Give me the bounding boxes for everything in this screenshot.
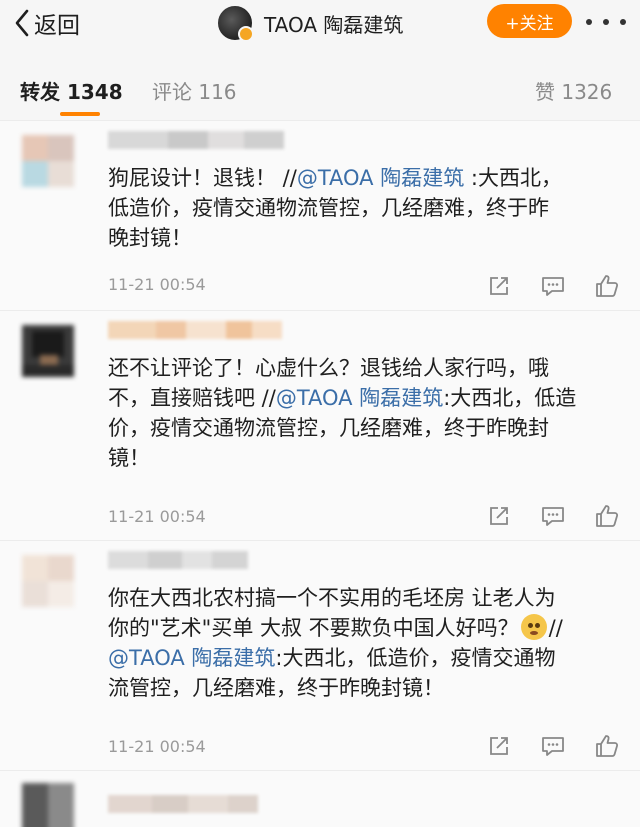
list-item: 还不让评论了！心虚什么？退钱给人家行吗，哦 不，直接赔钱吧 //@TAOA 陶磊…	[0, 310, 640, 540]
top-bar: 返回 TAOA 陶磊建筑 +关注	[0, 0, 640, 54]
pleading-face-emoji-icon	[520, 614, 547, 640]
text-line: 流管控，几经磨难，终于昨晚封镜！	[108, 676, 444, 700]
text-line: 还不让评论了！心虚什么？退钱给人家行吗，哦	[108, 356, 549, 380]
account-name[interactable]: TAOA 陶磊建筑	[264, 9, 403, 38]
comment-icon[interactable]	[540, 733, 566, 759]
text-line: 低造价，疫情交通物流管控，几经磨难，终于昨	[108, 196, 549, 220]
text-segment: :大西北，	[464, 166, 562, 190]
text-line: 价，疫情交通物流管控，几经磨难，终于昨晚封	[108, 416, 549, 440]
tab-reposts-count: 1348	[66, 80, 123, 104]
more-dot	[620, 19, 626, 25]
account-avatar[interactable]	[216, 4, 254, 42]
username-blurred[interactable]	[108, 795, 258, 813]
timestamp: 11-21 00:54	[108, 737, 206, 756]
comment-icon[interactable]	[540, 273, 566, 299]
share-icon[interactable]	[486, 503, 512, 529]
list-item: 你在大西北农村搞一个不实用的毛坯房 让老人为 你的"艺术"买单 大叔 不要欺负中…	[0, 540, 640, 770]
repost-text: 还不让评论了！心虚什么？退钱给人家行吗，哦 不，直接赔钱吧 //@TAOA 陶磊…	[108, 353, 618, 473]
list-item	[0, 770, 640, 827]
thumbs-up-icon[interactable]	[594, 503, 620, 529]
share-icon[interactable]	[486, 273, 512, 299]
thumbs-up-icon[interactable]	[594, 273, 620, 299]
timestamp: 11-21 00:54	[108, 507, 206, 526]
follow-button[interactable]: +关注	[487, 4, 572, 38]
emoji-mouth	[529, 631, 538, 635]
back-button[interactable]: 返回	[14, 8, 80, 39]
account-header[interactable]: TAOA 陶磊建筑	[216, 4, 403, 42]
avatar[interactable]	[22, 325, 74, 377]
username-blurred[interactable]	[108, 551, 248, 569]
tab-likes[interactable]: 赞 1326	[535, 76, 612, 105]
text-segment: 不，直接赔钱吧 //	[108, 386, 276, 410]
text-line: 晚封镜！	[108, 226, 192, 250]
tab-bar: 转发 1348 评论 116 赞 1326	[0, 56, 640, 120]
comment-icon[interactable]	[540, 503, 566, 529]
mention-link[interactable]: @TAOA 陶磊建筑	[297, 166, 464, 190]
text-segment: :大西北，低造价，疫情交通物	[275, 646, 556, 670]
text-segment: 你的"艺术"买单 大叔 不要欺负中国人好吗？	[108, 616, 519, 640]
action-bar	[486, 733, 620, 759]
tab-comments[interactable]: 评论 116	[152, 76, 237, 105]
repost-text: 狗屁设计！退钱！ //@TAOA 陶磊建筑 :大西北， 低造价，疫情交通物流管控…	[108, 163, 618, 253]
action-bar	[486, 273, 620, 299]
avatar[interactable]	[22, 555, 74, 607]
timestamp: 11-21 00:54	[108, 275, 206, 294]
active-tab-indicator	[60, 112, 100, 116]
repost-text: 你在大西北农村搞一个不实用的毛坯房 让老人为 你的"艺术"买单 大叔 不要欺负中…	[108, 583, 618, 703]
avatar[interactable]	[22, 135, 74, 187]
share-icon[interactable]	[486, 733, 512, 759]
username-blurred[interactable]	[108, 131, 284, 149]
more-dot	[586, 19, 592, 25]
thumbs-up-icon[interactable]	[594, 733, 620, 759]
tab-comments-count: 116	[198, 80, 237, 104]
more-dot	[603, 19, 609, 25]
avatar[interactable]	[22, 783, 74, 827]
tab-reposts-label: 转发	[20, 80, 60, 104]
mention-link[interactable]: @TAOA 陶磊建筑	[108, 646, 275, 670]
tab-likes-count: 1326	[561, 80, 613, 104]
more-options-icon[interactable]	[586, 10, 626, 34]
back-label: 返回	[34, 13, 80, 39]
action-bar	[486, 503, 620, 529]
tab-likes-label: 赞	[535, 80, 555, 104]
text-segment: //	[548, 616, 563, 640]
text-segment: :大西北，低造	[443, 386, 577, 410]
mention-link[interactable]: @TAOA 陶磊建筑	[276, 386, 443, 410]
text-line: 镜！	[108, 446, 150, 470]
list-item: 狗屁设计！退钱！ //@TAOA 陶磊建筑 :大西北， 低造价，疫情交通物流管控…	[0, 120, 640, 310]
text-line: 你在大西北农村搞一个不实用的毛坯房 让老人为	[108, 586, 556, 610]
text-segment: 狗屁设计！退钱！ //	[108, 166, 297, 190]
chevron-left-icon	[15, 9, 29, 37]
username-blurred[interactable]	[108, 321, 282, 339]
tab-comments-label: 评论	[152, 80, 192, 104]
tab-reposts[interactable]: 转发 1348	[20, 76, 123, 105]
